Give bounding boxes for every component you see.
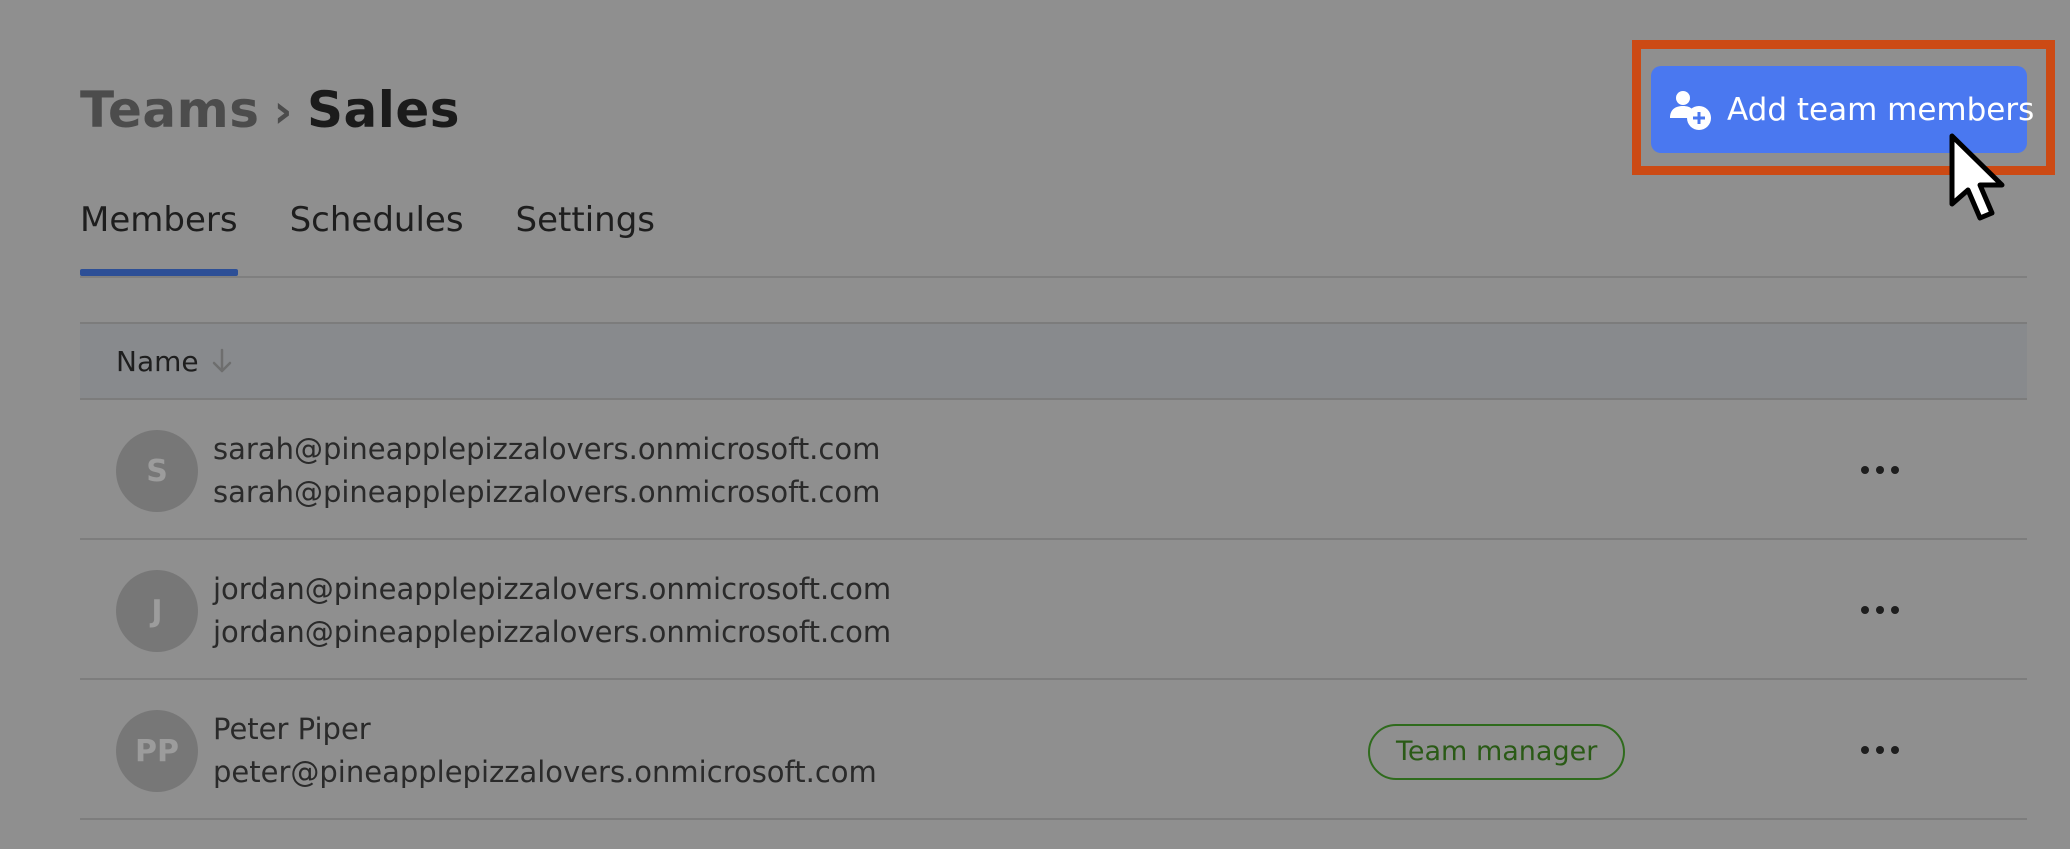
arrow-down-icon[interactable] bbox=[211, 347, 233, 375]
more-options-button[interactable] bbox=[1850, 726, 1910, 774]
member-email: jordan@pineapplepizzalovers.onmicrosoft.… bbox=[213, 615, 892, 649]
mouse-pointer-icon bbox=[1949, 133, 2005, 221]
table-row[interactable]: S sarah@pineapplepizzalovers.onmicrosoft… bbox=[80, 400, 2027, 540]
more-icon bbox=[1861, 606, 1899, 614]
breadcrumb: Teams › Sales bbox=[80, 78, 460, 143]
table-header: Name bbox=[80, 322, 2027, 400]
avatar: PP bbox=[116, 710, 198, 792]
tab-members[interactable]: Members bbox=[80, 196, 238, 276]
page-title: Sales bbox=[306, 81, 461, 139]
add-user-icon bbox=[1670, 90, 1711, 130]
tab-schedules[interactable]: Schedules bbox=[290, 196, 464, 276]
member-name: Peter Piper bbox=[213, 712, 371, 746]
members-table: Name S sarah@pineapplepizzalovers.onmicr… bbox=[80, 322, 2027, 820]
member-info: sarah@pineapplepizzalovers.onmicrosoft.c… bbox=[213, 428, 880, 514]
member-info: jordan@pineapplepizzalovers.onmicrosoft.… bbox=[213, 568, 891, 654]
tab-bar: Members Schedules Settings bbox=[80, 196, 707, 276]
table-row[interactable]: PP Peter Piper peter@pineapplepizzalover… bbox=[80, 680, 2027, 820]
more-options-button[interactable] bbox=[1850, 586, 1910, 634]
table-row[interactable]: J jordan@pineapplepizzalovers.onmicrosof… bbox=[80, 540, 2027, 680]
page: Teams › Sales Add team members Members Sch… bbox=[0, 0, 2070, 849]
member-name: sarah@pineapplepizzalovers.onmicrosoft.c… bbox=[213, 432, 881, 466]
more-icon bbox=[1861, 746, 1899, 754]
tabs-divider bbox=[80, 276, 2027, 278]
breadcrumb-teams-link[interactable]: Teams bbox=[80, 81, 259, 139]
breadcrumb-separator: › bbox=[273, 84, 293, 138]
more-icon bbox=[1861, 466, 1899, 474]
add-team-members-label: Add team members bbox=[1727, 91, 2035, 128]
member-email: peter@pineapplepizzalovers.onmicrosoft.c… bbox=[213, 755, 877, 789]
avatar: J bbox=[116, 570, 198, 652]
avatar: S bbox=[116, 430, 198, 512]
tab-settings[interactable]: Settings bbox=[516, 196, 655, 276]
member-name: jordan@pineapplepizzalovers.onmicrosoft.… bbox=[213, 572, 892, 606]
member-email: sarah@pineapplepizzalovers.onmicrosoft.c… bbox=[213, 475, 881, 509]
team-manager-badge: Team manager bbox=[1368, 724, 1626, 780]
member-info: Peter Piper peter@pineapplepizzalovers.o… bbox=[213, 708, 877, 794]
more-options-button[interactable] bbox=[1850, 446, 1910, 494]
name-column-header[interactable]: Name bbox=[116, 345, 199, 378]
